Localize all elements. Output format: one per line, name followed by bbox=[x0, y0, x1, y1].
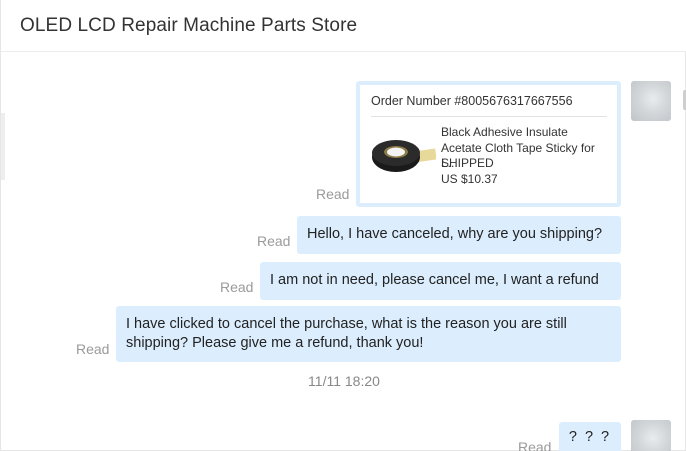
order-number: Order Number #8005676317667556 bbox=[371, 94, 573, 108]
chat-window: OLED LCD Repair Machine Parts Store Read… bbox=[0, 0, 686, 451]
user-avatar bbox=[631, 420, 671, 451]
message-list[interactable]: Read Order Number #8005676317667556 Blac… bbox=[1, 53, 686, 451]
product-thumbnail[interactable] bbox=[370, 131, 437, 181]
store-name[interactable]: OLED LCD Repair Machine Parts Store bbox=[20, 15, 357, 37]
read-receipt: Read bbox=[220, 279, 254, 295]
message-bubble[interactable]: Hello, I have canceled, why are you ship… bbox=[297, 216, 621, 254]
message-bubble[interactable]: I have clicked to cancel the purchase, w… bbox=[116, 306, 621, 362]
user-avatar bbox=[631, 81, 671, 121]
message-timestamp: 11/11 18:20 bbox=[308, 373, 380, 389]
order-card[interactable]: Order Number #8005676317667556 Black Adh… bbox=[356, 81, 621, 207]
read-receipt: Read bbox=[518, 439, 552, 451]
order-price: US $10.37 bbox=[441, 172, 498, 186]
read-receipt: Read bbox=[257, 233, 291, 249]
message-bubble[interactable]: ? ? ? bbox=[559, 422, 621, 451]
divider bbox=[371, 116, 607, 117]
read-receipt: Read bbox=[76, 341, 110, 357]
read-receipt: Read bbox=[316, 186, 350, 202]
message-bubble[interactable]: I am not in need, please cancel me, I wa… bbox=[260, 262, 621, 300]
order-status: SHIPPED bbox=[441, 156, 494, 170]
chat-header: OLED LCD Repair Machine Parts Store bbox=[1, 0, 686, 52]
